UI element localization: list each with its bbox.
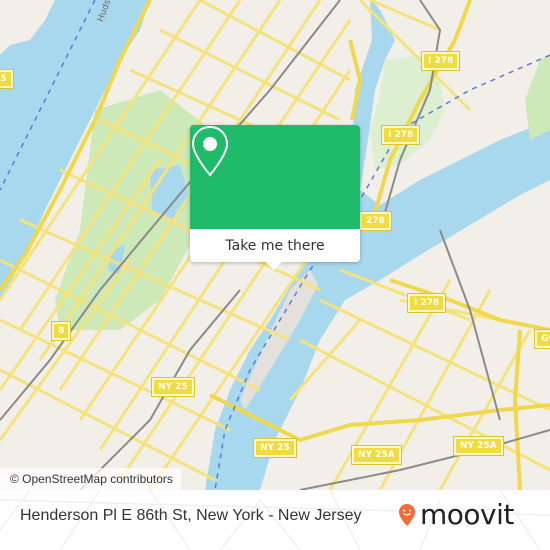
- popup-header: [190, 125, 360, 229]
- map-pin-icon: [191, 125, 229, 177]
- road-shield-i278: I 278: [380, 125, 421, 145]
- road-shield-i278: I 278: [420, 51, 461, 71]
- footer-bar: Henderson Pl E 86th St, New York - New J…: [0, 490, 550, 550]
- road-shield-95: 95: [0, 69, 14, 89]
- road-shield-i278: I 278: [406, 293, 447, 313]
- popup-pointer: [266, 262, 282, 270]
- map-view[interactable]: Huds I 278 I 278 278 I 278 GC 95 8 NY 25…: [0, 0, 550, 490]
- moovit-logo[interactable]: moovit: [398, 500, 514, 530]
- road-shield-gc: GC: [534, 329, 550, 349]
- road-shield-ny25: NY 25: [253, 438, 297, 458]
- ward-island-east: [525, 55, 550, 140]
- road-shield-8: 8: [50, 321, 72, 341]
- map-attribution[interactable]: © OpenStreetMap contributors: [0, 468, 181, 490]
- moovit-pin-icon: [399, 504, 415, 526]
- road-shield-ny25a: NY 25A: [453, 436, 504, 456]
- road-shield-ny25a: NY 25A: [351, 445, 402, 465]
- moovit-wordmark: moovit: [420, 498, 514, 531]
- address-label: Henderson Pl E 86th St, New York - New J…: [20, 507, 362, 524]
- road-shield-ny25: NY 25: [151, 377, 195, 397]
- destination-popup: Take me there: [190, 125, 360, 270]
- take-me-there-button[interactable]: Take me there: [190, 229, 360, 262]
- road-shield-i278: 278: [359, 211, 392, 231]
